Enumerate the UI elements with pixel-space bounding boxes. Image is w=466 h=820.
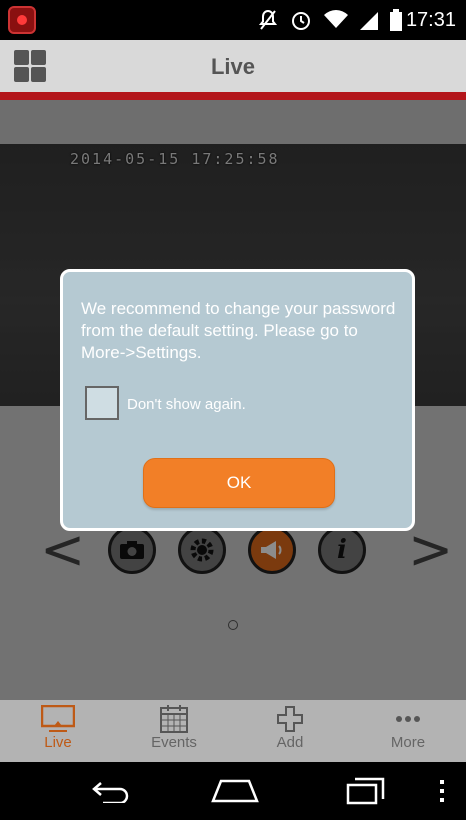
mute-icon [258, 9, 278, 30]
overflow-menu-icon [440, 780, 444, 802]
dialog-message: We recommend to change your password fro… [81, 299, 396, 362]
app-notification-icon [8, 6, 36, 34]
password-warning-dialog: We recommend to change your password fro… [60, 269, 415, 531]
app-header: Live [0, 40, 466, 92]
page-title: Live [210, 54, 256, 79]
app-screen: 17:31 Live 2014-05-15 17:25:58 < i > We … [0, 0, 466, 820]
recents-button[interactable] [340, 774, 390, 808]
back-button[interactable] [86, 774, 136, 808]
checkbox-label[interactable]: Don't show again. [127, 396, 246, 413]
status-icons [258, 8, 402, 32]
signal-icon [360, 12, 378, 30]
bottom-navigation: Live Events Add More [0, 700, 466, 762]
home-button[interactable] [210, 774, 260, 808]
wifi-icon [324, 10, 348, 28]
back-icon [92, 782, 129, 803]
home-icon [211, 779, 259, 803]
alarm-icon [292, 12, 310, 30]
status-bar: 17:31 [0, 0, 466, 40]
status-time: 17:31 [405, 9, 456, 31]
recents-icon [346, 777, 385, 805]
overflow-menu-button[interactable] [432, 774, 452, 808]
ok-button[interactable]: OK [143, 458, 335, 508]
dont-show-again-checkbox[interactable] [85, 386, 119, 420]
header-accent-bar [0, 92, 466, 100]
system-navigation-bar [0, 762, 466, 820]
battery-icon [390, 9, 402, 31]
bottom-nav-dim [0, 700, 466, 762]
